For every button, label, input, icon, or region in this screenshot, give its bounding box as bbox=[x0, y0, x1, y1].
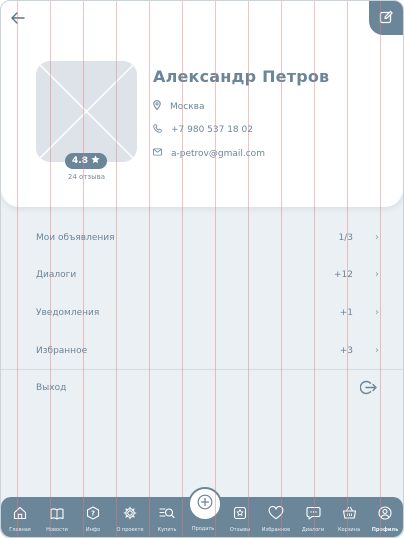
chevron-right-icon: › bbox=[375, 307, 379, 318]
arrow-left-icon[interactable] bbox=[11, 11, 29, 27]
search-icon bbox=[159, 505, 175, 524]
star-icon bbox=[233, 505, 247, 524]
logout-icon[interactable] bbox=[359, 380, 377, 399]
nav-item-label: Избранное bbox=[261, 527, 291, 533]
nav-item-home[interactable]: Главная bbox=[2, 501, 38, 533]
nav-item-label: О проекте bbox=[116, 527, 144, 533]
edit-icon bbox=[379, 9, 393, 28]
menu-item-label: Избранное bbox=[36, 346, 88, 356]
phone-row[interactable]: +7 980 537 18 02 bbox=[153, 124, 253, 136]
rating-badge: 4.8 bbox=[65, 153, 107, 169]
menu-item-favorites[interactable]: Избранное +3 › bbox=[1, 332, 403, 370]
sell-label: Продать bbox=[191, 526, 215, 532]
help-icon: ? bbox=[86, 505, 100, 524]
nav-item-favorites[interactable]: Избранное bbox=[258, 501, 294, 533]
menu-item-count: 1/3 bbox=[338, 233, 353, 243]
plus-icon bbox=[197, 494, 213, 514]
edit-profile-button[interactable] bbox=[369, 1, 403, 35]
nav-item-label: Главная bbox=[9, 527, 31, 533]
nav-item-label: Диалоги bbox=[301, 527, 325, 533]
menu-item-my-ads[interactable]: Мои объявления 1/3 › bbox=[1, 219, 403, 257]
logout-button[interactable]: Выход bbox=[1, 370, 403, 408]
menu-item-dialogs[interactable]: Диалоги +12 › bbox=[1, 256, 403, 294]
menu-item-label: Диалоги bbox=[36, 270, 77, 280]
sell-button[interactable] bbox=[188, 487, 222, 521]
profile-screen: 4.8 24 отзыва Александр Петров Москва +7… bbox=[0, 0, 404, 538]
phone-icon bbox=[153, 124, 162, 136]
location-pin-icon bbox=[153, 100, 161, 113]
rating-value: 4.8 bbox=[72, 156, 88, 166]
chevron-right-icon: › bbox=[375, 269, 379, 280]
home-icon bbox=[13, 505, 27, 524]
nav-item-reviews[interactable]: Отзывы bbox=[222, 501, 258, 533]
menu-item-count: +12 bbox=[334, 270, 353, 280]
email-row[interactable]: a-petrov@gmail.com bbox=[153, 148, 265, 159]
nav-item-cart[interactable]: Корзина bbox=[331, 501, 367, 533]
cart-icon bbox=[342, 505, 357, 524]
nav-item-label: Отзывы bbox=[229, 527, 251, 533]
menu-item-count: +3 bbox=[339, 346, 353, 356]
logout-label: Выход bbox=[36, 383, 67, 393]
mail-icon bbox=[153, 148, 162, 159]
avatar[interactable] bbox=[36, 61, 137, 162]
nav-item-dialogs[interactable]: Диалоги bbox=[295, 501, 331, 533]
gear-icon bbox=[123, 505, 137, 524]
nav-item-label: Корзина bbox=[337, 527, 361, 533]
menu-item-notifications[interactable]: Уведомления +1 › bbox=[1, 294, 403, 332]
user-name: Александр Петров bbox=[153, 67, 330, 86]
email-text: a-petrov@gmail.com bbox=[171, 148, 265, 159]
nav-item-profile[interactable]: Профиль bbox=[367, 501, 403, 533]
nav-item-info[interactable]: ? Инфо bbox=[75, 501, 111, 533]
profile-header-card: 4.8 24 отзыва Александр Петров Москва +7… bbox=[1, 1, 403, 207]
nav-item-about[interactable]: О проекте bbox=[112, 501, 148, 533]
nav-item-label: Инфо bbox=[85, 527, 101, 533]
city-row: Москва bbox=[153, 100, 204, 113]
nav-item-label: Купить bbox=[157, 527, 177, 533]
nav-item-news[interactable]: Новости bbox=[39, 501, 75, 533]
reviews-count[interactable]: 24 отзыва bbox=[36, 173, 137, 181]
nav-item-buy[interactable]: Купить bbox=[149, 501, 185, 533]
nav-item-label: Профиль bbox=[371, 527, 399, 533]
menu-item-count: +1 bbox=[339, 308, 353, 318]
news-icon bbox=[50, 505, 64, 524]
chevron-right-icon: › bbox=[375, 232, 379, 243]
city-text: Москва bbox=[170, 101, 205, 112]
menu-item-label: Мои объявления bbox=[36, 233, 115, 243]
menu-item-label: Уведомления bbox=[36, 308, 100, 318]
svg-text:?: ? bbox=[91, 510, 95, 518]
user-icon bbox=[378, 505, 392, 524]
star-icon bbox=[91, 155, 100, 167]
chat-icon bbox=[305, 505, 321, 524]
nav-item-label: Новости bbox=[46, 527, 68, 533]
heart-icon bbox=[268, 505, 284, 524]
image-placeholder-icon bbox=[36, 61, 137, 162]
chevron-right-icon: › bbox=[375, 345, 379, 356]
phone-text: +7 980 537 18 02 bbox=[171, 125, 253, 135]
bottom-navigation: Главная Новости ? Инфо О проекте Купить … bbox=[1, 487, 403, 537]
